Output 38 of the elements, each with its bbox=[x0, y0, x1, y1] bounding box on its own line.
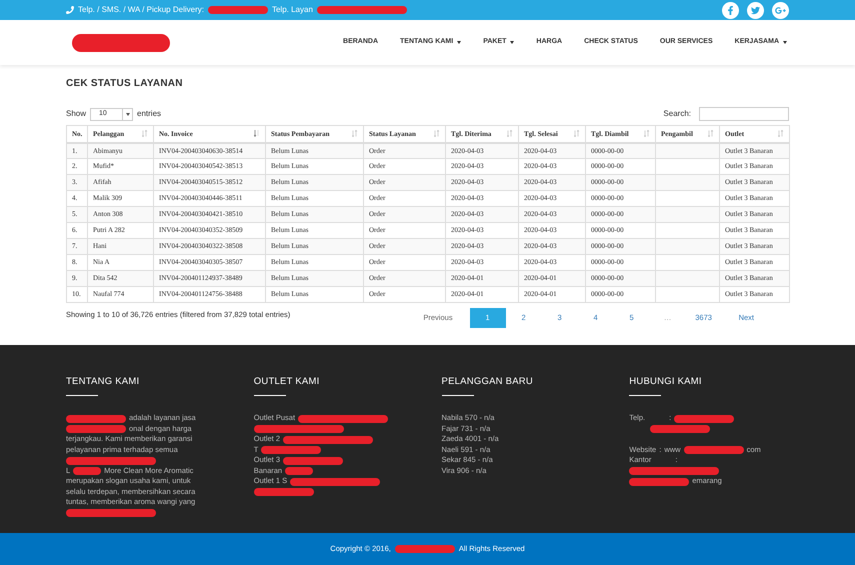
redaction-mark bbox=[208, 6, 268, 14]
redaction-mark bbox=[285, 467, 314, 475]
sort-icon[interactable] bbox=[574, 130, 580, 138]
page-title: CEK STATUS LAYANAN bbox=[66, 77, 184, 91]
footer-heading: HUBUNGI KAMI bbox=[629, 375, 703, 389]
sort-icon[interactable] bbox=[507, 130, 513, 138]
sort-icon[interactable] bbox=[708, 130, 714, 138]
redaction-mark bbox=[66, 425, 126, 433]
google-plus-icon[interactable] bbox=[772, 2, 789, 18]
sort-icon[interactable] bbox=[142, 130, 148, 138]
contact-text: Telp. / SMS. / WA / Pickup Delivery: bbox=[78, 4, 204, 16]
table-cell bbox=[656, 286, 720, 302]
sort-icon[interactable] bbox=[778, 130, 784, 138]
sort-icon[interactable] bbox=[352, 130, 358, 138]
footer-heading: TENTANG KAMI bbox=[66, 375, 140, 389]
redaction-mark bbox=[674, 414, 734, 422]
sort-icon[interactable] bbox=[644, 130, 650, 138]
length-label: entries bbox=[137, 108, 162, 120]
twitter-icon[interactable] bbox=[747, 2, 764, 18]
redaction-mark bbox=[684, 446, 744, 454]
redaction-mark bbox=[283, 456, 344, 464]
footer-heading: PELANGGAN BARU bbox=[442, 375, 534, 389]
contact-text: Telp. Layan bbox=[272, 4, 313, 16]
redaction-mark bbox=[73, 467, 102, 475]
footer-heading: OUTLET KAMI bbox=[254, 375, 321, 389]
redaction-mark bbox=[650, 425, 710, 433]
redaction-mark bbox=[629, 478, 690, 486]
length-label: Show bbox=[66, 108, 86, 120]
redaction-mark bbox=[66, 414, 126, 422]
redaction-mark bbox=[394, 545, 455, 553]
sort-icon[interactable] bbox=[434, 130, 440, 138]
facebook-icon[interactable] bbox=[722, 2, 739, 18]
search-field[interactable] bbox=[699, 107, 789, 121]
redaction-mark bbox=[261, 446, 322, 454]
sort-descending-icon[interactable] bbox=[254, 130, 260, 138]
phone-icon bbox=[66, 6, 74, 14]
redaction-mark bbox=[254, 488, 314, 496]
search-label: Search: bbox=[663, 108, 691, 120]
